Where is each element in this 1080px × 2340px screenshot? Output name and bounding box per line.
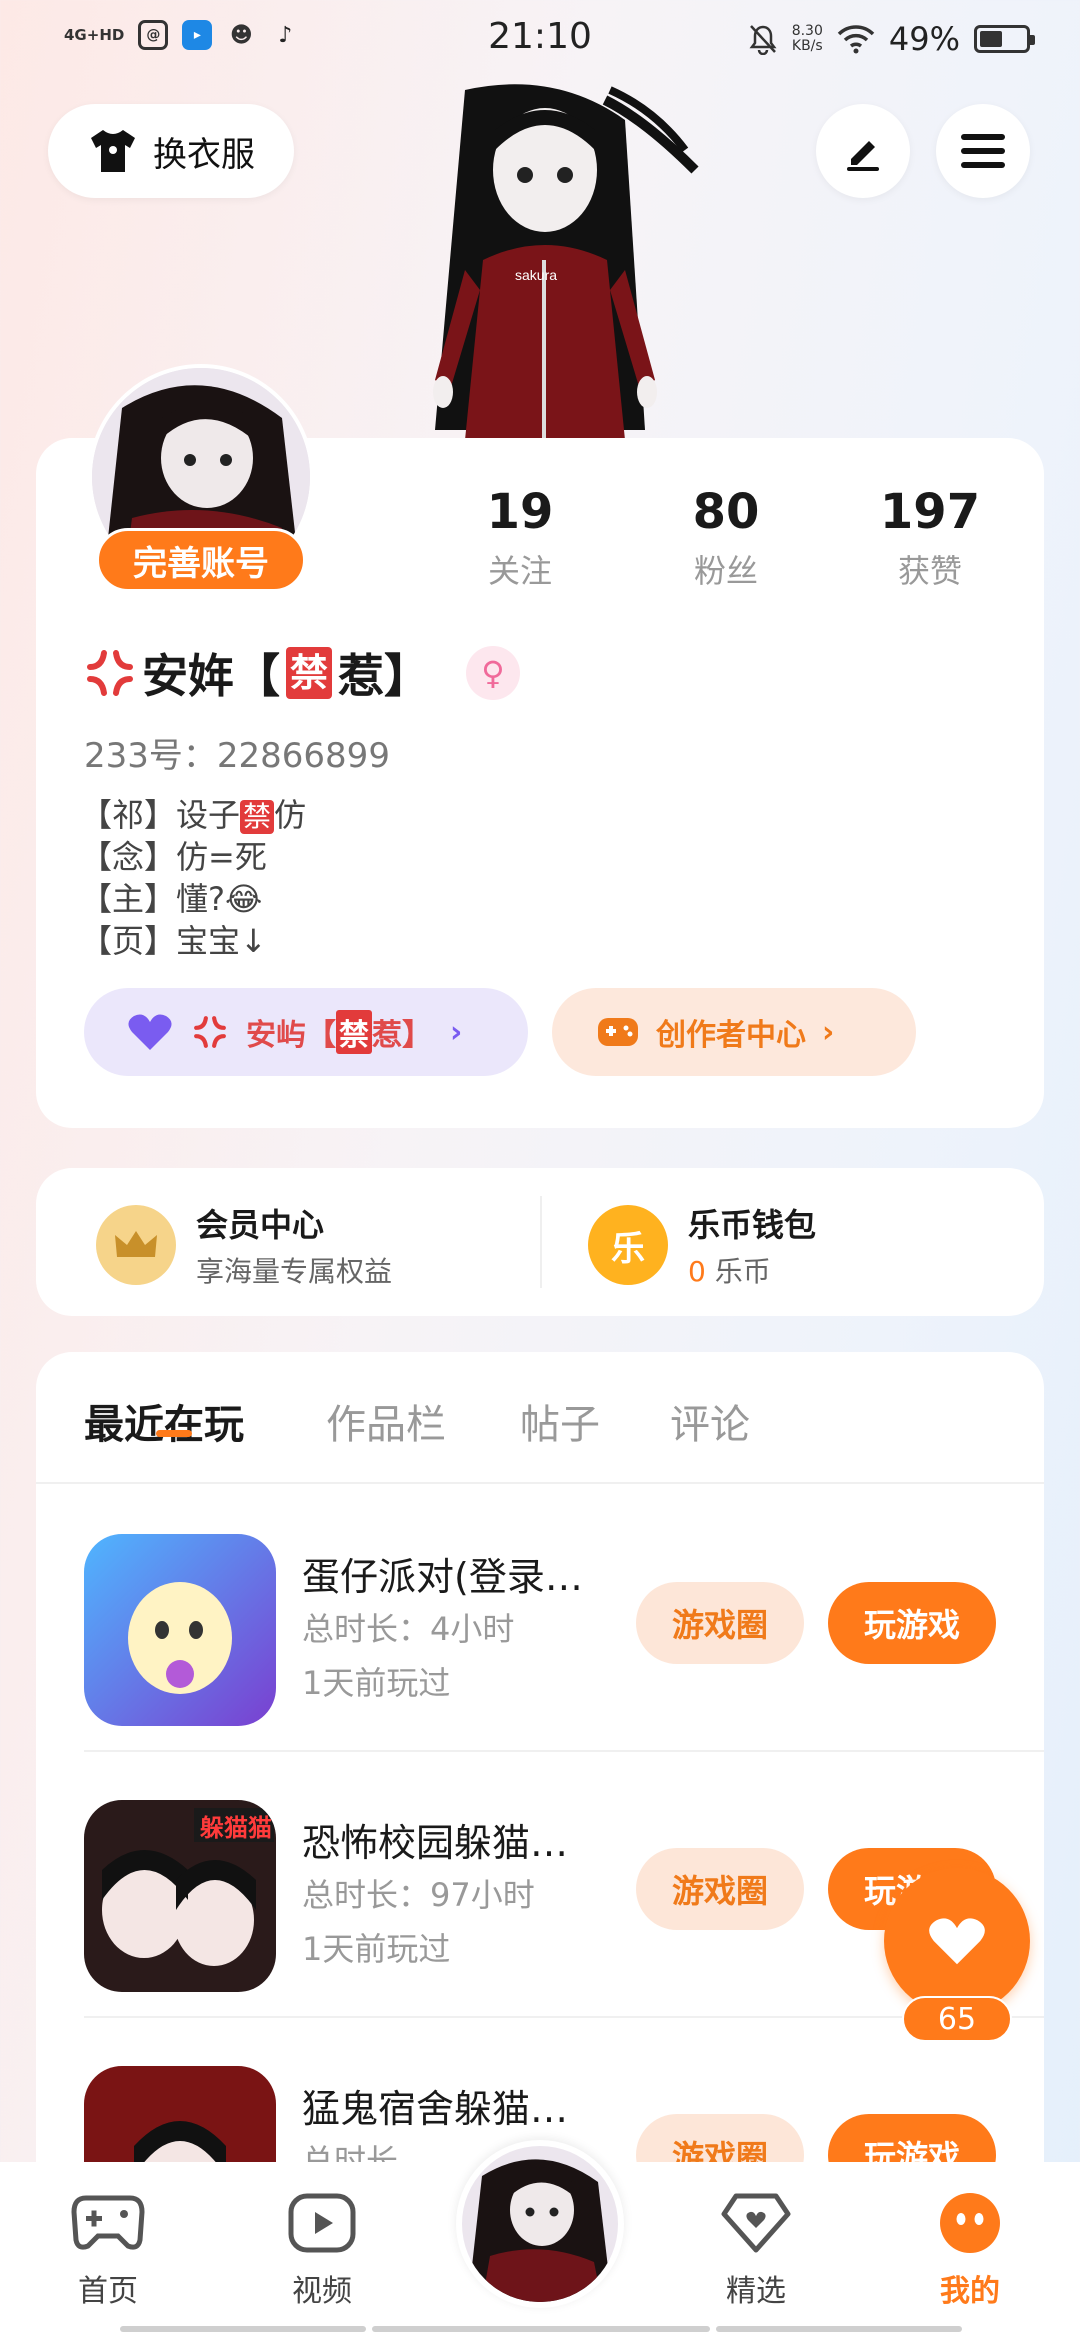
game-icon-horror-school[interactable]: 躲猫猫 (84, 1800, 276, 1992)
tshirt-icon (91, 130, 135, 172)
username-part1: 安姩【 (142, 649, 280, 703)
anger-symbol-icon (87, 650, 133, 696)
network-speed: 8.30 KB/s (792, 24, 823, 54)
followers-count: 80 (692, 484, 760, 540)
battery-icon (974, 25, 1035, 53)
complete-account-button[interactable]: 完善账号 (96, 528, 306, 592)
username-chip: 禁 (286, 647, 333, 699)
game-last-played: 1天前玩过 (302, 1930, 451, 1968)
coin-icon: 乐 (588, 1205, 668, 1285)
edit-profile-button[interactable] (816, 104, 910, 198)
tab-recently-played[interactable]: 最近在玩 (84, 1392, 244, 1450)
likes-stat[interactable]: 197 获赞 (850, 484, 1010, 592)
gamepad-icon (71, 2195, 145, 2250)
diamond-heart-icon (721, 2193, 791, 2253)
chevron-right-icon: › (822, 1014, 835, 1050)
following-count: 19 (486, 484, 554, 540)
bio-line: 【祁】设子 禁仿 (80, 796, 307, 834)
tab-comments[interactable]: 评论 (670, 1392, 750, 1450)
game-duration: 总时长：4小时 (302, 1610, 515, 1648)
likes-label: 获赞 (897, 552, 962, 590)
bio-line: 【页】宝宝↓ (80, 922, 267, 960)
likes-count: 197 (879, 484, 981, 540)
bio-line: 【主】懂?😂 (80, 880, 263, 918)
game-row[interactable]: 蛋仔派对(登录… 总时长：4小时 1天前玩过 游戏圈 玩游戏 (84, 1486, 1044, 1752)
followers-stat[interactable]: 80 粉丝 (646, 484, 806, 592)
user-id: 233号：22866899 (84, 736, 390, 776)
speed-unit: KB/s (791, 38, 823, 54)
active-tab-indicator (156, 1430, 192, 1437)
tab-works[interactable]: 作品栏 (326, 1392, 446, 1450)
group-pill[interactable]: 安屿【禁惹】 › (84, 988, 528, 1076)
bio-line: 【念】仿=死 (80, 838, 267, 876)
gesture-bar (372, 2326, 710, 2332)
dress-up-label: 换衣服 (153, 134, 255, 175)
nav-center-avatar[interactable] (456, 2140, 624, 2308)
heart-icon (929, 1918, 985, 1965)
game-circle-button[interactable]: 游戏圈 (636, 1582, 804, 1664)
nav-featured[interactable]: 精选 (686, 2192, 826, 2310)
nav-me[interactable]: 我的 (900, 2192, 1040, 2310)
game-circle-button[interactable]: 游戏圈 (636, 1848, 804, 1930)
svg-text:sakura: sakura (515, 267, 557, 283)
play-game-button[interactable]: 玩游戏 (828, 1582, 996, 1664)
status-right: 8.30 KB/s 49% (748, 20, 1035, 58)
username: 安姩【 禁 惹】 ♀ (84, 640, 521, 706)
group-name: 安屿【禁惹】 (246, 1010, 432, 1054)
gamepad-icon (598, 1018, 638, 1046)
pen-icon (847, 141, 879, 171)
wifi-icon (837, 25, 875, 54)
video-play-icon (288, 2193, 356, 2253)
menu-button[interactable] (936, 104, 1030, 198)
creator-center-button[interactable]: 创作者中心 › (552, 988, 916, 1076)
like-count-badge: 65 (902, 1996, 1012, 2042)
game-name: 恐怖校园躲猫… (302, 1821, 569, 1865)
bio: 【祁】设子 禁仿 【念】仿=死 【主】懂?😂 【页】宝宝↓ (80, 794, 306, 962)
dress-up-button[interactable]: 换衣服 (48, 104, 294, 198)
anger-symbol-icon (194, 1016, 226, 1048)
game-name: 猛鬼宿舍躲猫… (302, 2087, 569, 2131)
gesture-bar (716, 2326, 962, 2332)
battery-percent: 49% (888, 20, 960, 58)
wallet-balance: 0 乐币 (688, 1255, 771, 1288)
tab-posts[interactable]: 帖子 (520, 1392, 600, 1450)
following-stat[interactable]: 19 关注 (440, 484, 600, 592)
followers-label: 粉丝 (693, 552, 758, 590)
game-icon-text: 躲猫猫 (200, 1814, 272, 1842)
gesture-bar (120, 2326, 366, 2332)
game-duration: 总时长：97小时 (302, 1876, 535, 1914)
nav-home[interactable]: 首页 (38, 2192, 178, 2310)
username-part2: 惹】 (338, 649, 431, 703)
wallet-entry[interactable]: 乐 乐币钱包 0 乐币 (588, 1200, 816, 1290)
nav-home-label: 首页 (78, 2274, 138, 2309)
creator-center-label: 创作者中心 (656, 1018, 806, 1053)
member-wallet-card: 会员中心 享海量专属权益 乐 乐币钱包 0 乐币 (36, 1168, 1044, 1316)
tab-bar: 最近在玩 作品栏 帖子 评论 (36, 1352, 1044, 1484)
member-center-subtitle: 享海量专属权益 (196, 1255, 393, 1288)
following-label: 关注 (487, 552, 552, 590)
nav-video-label: 视频 (292, 2274, 352, 2309)
avatar-character-figure[interactable]: sakura (395, 80, 715, 440)
mute-bell-icon (749, 25, 777, 55)
game-name: 蛋仔派对(登录… (302, 1555, 583, 1599)
game-last-played: 1天前玩过 (302, 1664, 451, 1702)
hamburger-menu-icon (961, 134, 1005, 168)
game-icon-eggy-party[interactable] (84, 1534, 276, 1726)
wallet-title: 乐币钱包 (688, 1206, 817, 1244)
chevron-right-icon: › (450, 1014, 463, 1050)
nav-me-label: 我的 (940, 2274, 1000, 2309)
profile-face-icon (940, 2193, 1000, 2253)
member-center-title: 会员中心 (196, 1206, 325, 1244)
crown-icon (96, 1205, 176, 1285)
floating-like-button[interactable] (884, 1868, 1030, 2014)
status-bar: 4G+HD @ ▸ ☻ ♪ 21:10 8.30 KB/s 49% (0, 0, 1080, 84)
nav-featured-label: 精选 (726, 2274, 786, 2309)
divider (540, 1196, 542, 1288)
female-gender-icon: ♀ (466, 646, 521, 700)
nav-video[interactable]: 视频 (252, 2192, 392, 2310)
speed-value: 8.30 (791, 23, 823, 39)
member-center-entry[interactable]: 会员中心 享海量专属权益 (96, 1200, 392, 1290)
heart-icon (128, 1014, 172, 1050)
